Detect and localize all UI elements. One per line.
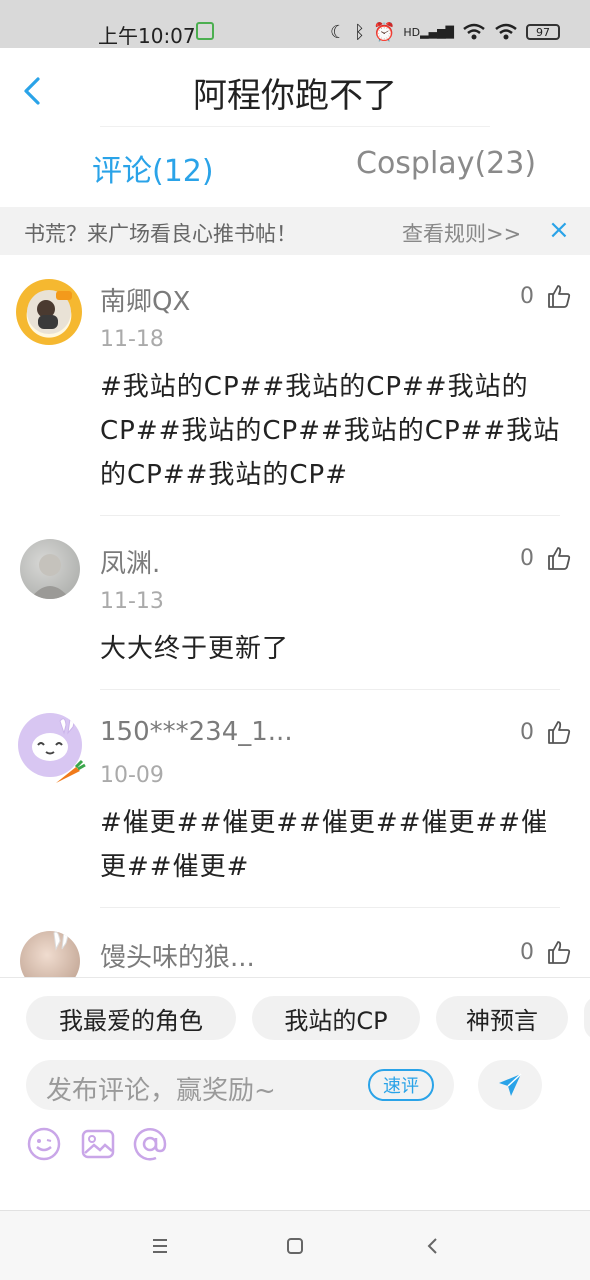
like-count: 0 <box>520 939 534 965</box>
like-area[interactable]: 0 <box>520 283 572 309</box>
comment-input[interactable]: 发布评论，赢奖励~ 速评 <box>26 1060 454 1110</box>
page-title: 阿程你跑不了 <box>193 76 397 116</box>
quick-tag[interactable]: 我站的CP <box>252 996 420 1040</box>
quick-tag-overflow[interactable] <box>584 996 590 1040</box>
comment-date: 10-09 <box>100 763 164 788</box>
thumbs-up-icon[interactable] <box>546 939 572 965</box>
menu-icon[interactable] <box>145 1231 175 1261</box>
comment-item: 南卿QX 11-18 0 #我站的CP##我站的CP##我站的CP##我站的CP… <box>0 255 590 517</box>
avatar[interactable] <box>16 279 82 345</box>
emoji-icon[interactable] <box>26 1126 62 1162</box>
image-icon[interactable] <box>80 1126 116 1162</box>
comment-username[interactable]: 馒头味的狼... <box>100 937 255 974</box>
send-button[interactable] <box>478 1060 542 1110</box>
tab-comments[interactable]: 评论(12) <box>92 146 214 190</box>
like-count: 0 <box>520 283 534 309</box>
status-bar: 上午10:07 ☾ ᛒ ⏰ HD▂▄▆█ 97 <box>0 0 590 48</box>
comment-username[interactable]: 南卿QX <box>100 281 190 318</box>
avatar[interactable] <box>20 931 80 977</box>
quick-tag[interactable]: 神预言 <box>436 996 568 1040</box>
quick-tag[interactable]: 我最爱的角色 <box>26 996 236 1040</box>
comment-username[interactable]: 150***234_1... <box>100 717 293 747</box>
carrot-icon <box>56 759 86 783</box>
battery-icon: 97 <box>526 24 560 40</box>
comment-date: 11-13 <box>100 589 164 614</box>
like-area[interactable]: 0 <box>520 939 572 965</box>
thumbs-up-icon[interactable] <box>546 283 572 309</box>
notice-text[interactable]: 书荒？来广场看良心推书帖！ <box>24 218 297 248</box>
moon-icon: ☾ <box>330 21 347 43</box>
bluetooth-icon: ᛒ <box>354 21 365 43</box>
back-nav-icon[interactable] <box>418 1231 448 1261</box>
comment-divider <box>100 689 560 690</box>
notice-banner: 书荒？来广场看良心推书帖！ 查看规则>> × <box>0 207 590 255</box>
comment-date: 11-18 <box>100 327 164 352</box>
send-icon <box>499 1073 522 1096</box>
view-rules-link[interactable]: 查看规则>> <box>402 218 521 248</box>
signal-icon: HD▂▄▆█ <box>403 25 454 39</box>
status-time: 上午10:07 <box>98 24 196 48</box>
comment-input-placeholder: 发布评论，赢奖励~ <box>46 1076 276 1106</box>
thumbs-up-icon[interactable] <box>546 719 572 745</box>
app-notification-icon <box>196 22 214 40</box>
home-icon[interactable] <box>280 1231 310 1261</box>
comment-composer: 我最爱的角色 我站的CP 神预言 发布评论，赢奖励~ 速评 <box>0 977 590 1210</box>
comment-text: 大大终于更新了 <box>100 634 290 664</box>
like-area[interactable]: 0 <box>520 545 572 571</box>
comment-item: 凤渊. 11-13 0 大大终于更新了 <box>0 517 590 691</box>
page-header: 阿程你跑不了 <box>0 48 590 128</box>
alarm-icon: ⏰ <box>372 21 396 43</box>
header-divider <box>100 126 490 127</box>
wifi-icon <box>463 23 485 40</box>
system-nav-bar <box>0 1210 590 1280</box>
tab-cosplay[interactable]: Cosplay(23) <box>356 146 536 181</box>
comment-divider <box>100 515 560 516</box>
quick-comment-button[interactable]: 速评 <box>368 1069 434 1101</box>
like-area[interactable]: 0 <box>520 719 572 745</box>
wifi-icon-secondary <box>495 23 517 40</box>
tab-bar: 评论(12) Cosplay(23) <box>0 130 590 206</box>
quick-tags: 我最爱的角色 我站的CP 神预言 <box>0 996 590 1042</box>
mention-icon[interactable] <box>132 1126 168 1162</box>
comment-item: 150***234_1... 10-09 0 #催更##催更##催更##催更##… <box>0 691 590 909</box>
thumbs-up-icon[interactable] <box>546 545 572 571</box>
like-count: 0 <box>520 545 534 571</box>
comment-text: #我站的CP##我站的CP##我站的CP##我站的CP##我站的CP##我站的C… <box>100 372 561 490</box>
like-count: 0 <box>520 719 534 745</box>
comment-item: 馒头味的狼... 0 <box>0 909 590 977</box>
comment-text: #催更##催更##催更##催更##催更##催更# <box>100 808 549 882</box>
status-icons: ☾ ᛒ ⏰ HD▂▄▆█ 97 <box>330 18 560 46</box>
close-icon[interactable]: × <box>548 215 570 245</box>
comment-divider <box>100 907 560 908</box>
avatar[interactable] <box>20 539 80 599</box>
comment-username[interactable]: 凤渊. <box>100 543 160 580</box>
